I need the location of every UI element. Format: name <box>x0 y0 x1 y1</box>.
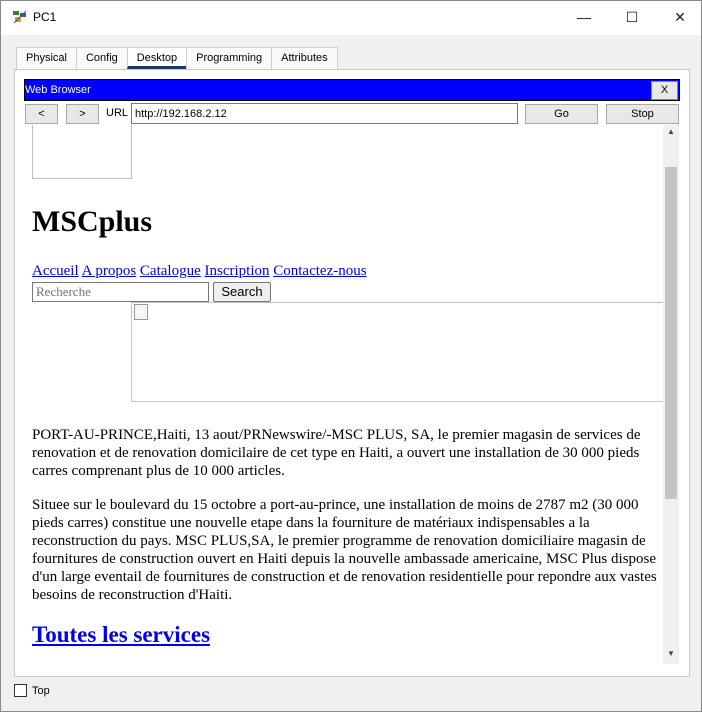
services-link[interactable]: Toutes les services <box>32 622 210 648</box>
scroll-thumb[interactable] <box>665 167 677 499</box>
browser-title: Web Browser <box>25 84 91 96</box>
tab-programming[interactable]: Programming <box>186 47 273 69</box>
banner-image <box>131 302 663 402</box>
window-title: PC1 <box>33 10 57 24</box>
search-button[interactable]: Search <box>213 282 271 302</box>
app-icon <box>13 10 27 24</box>
broken-image-icon <box>134 304 148 320</box>
minimize-button[interactable]: — <box>561 1 607 33</box>
article-paragraph-1: PORT-AU-PRINCE,Haiti, 13 aout/PRNewswire… <box>32 427 641 479</box>
browser-close-button[interactable]: X <box>651 81 678 100</box>
vertical-scrollbar[interactable]: ▲ ▼ <box>663 125 679 664</box>
window-titlebar[interactable]: PC1 — ☐ ✕ <box>1 1 701 35</box>
search-input[interactable] <box>32 282 209 302</box>
url-label: URL <box>106 107 129 119</box>
article-paragraph-2: Situee sur le boulevard du 15 octobre a … <box>32 497 657 603</box>
go-button[interactable]: Go <box>525 104 598 124</box>
close-window-button[interactable]: ✕ <box>657 1 702 33</box>
nav-link-catalogue[interactable]: Catalogue <box>140 263 201 279</box>
top-label: Top <box>32 685 50 697</box>
browser-viewport: MSCplus Accueil A propos Catalogue Inscr… <box>25 125 663 664</box>
browser-titlebar: Web Browser <box>24 79 680 101</box>
nav-link-inscription[interactable]: Inscription <box>205 263 270 279</box>
back-button[interactable]: < <box>25 104 58 124</box>
scroll-up-arrow-icon[interactable]: ▲ <box>663 127 679 141</box>
tab-bar: Physical Config Desktop Programming Attr… <box>16 47 338 69</box>
url-input[interactable] <box>131 103 518 124</box>
forward-button[interactable]: > <box>66 104 99 124</box>
stop-button[interactable]: Stop <box>606 104 679 124</box>
maximize-button[interactable]: ☐ <box>609 1 655 33</box>
site-title: MSCplus <box>32 205 153 238</box>
nav-link-contactez-nous[interactable]: Contactez-nous <box>273 263 366 279</box>
tab-desktop[interactable]: Desktop <box>126 47 188 69</box>
tab-physical[interactable]: Physical <box>16 47 77 69</box>
site-nav: Accueil A propos Catalogue Inscription C… <box>32 263 367 280</box>
scroll-down-arrow-icon[interactable]: ▼ <box>663 649 679 663</box>
nav-link-a-propos[interactable]: A propos <box>82 263 137 279</box>
header-image <box>32 125 132 179</box>
nav-link-accueil[interactable]: Accueil <box>32 263 79 279</box>
top-checkbox[interactable] <box>14 684 27 697</box>
tab-attributes[interactable]: Attributes <box>271 47 338 69</box>
tab-config[interactable]: Config <box>75 47 128 69</box>
